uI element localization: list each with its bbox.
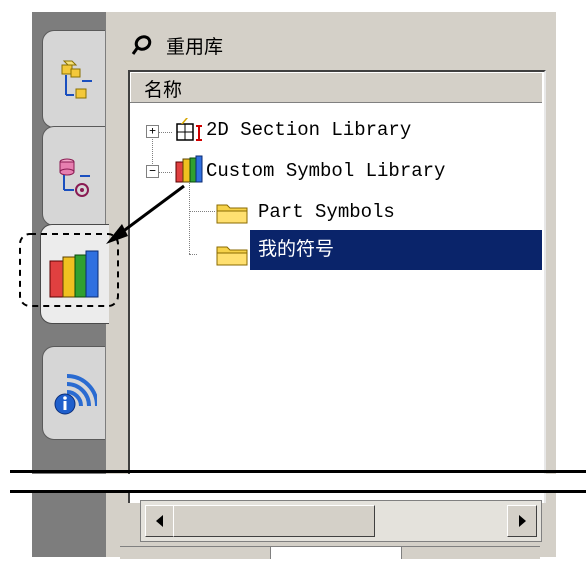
arrow-left-icon (156, 515, 163, 527)
tab-assemblies[interactable] (42, 30, 105, 128)
section-library-icon (176, 118, 202, 141)
expand-toggle[interactable]: + (146, 125, 159, 138)
part-tree-icon (59, 158, 90, 197)
bottom-tab-strip (120, 546, 540, 559)
panel-title-text: 重用库 (166, 35, 224, 58)
tab-parts[interactable] (42, 126, 105, 226)
column-header-label: 名称 (144, 79, 183, 101)
scroll-thumb[interactable] (173, 505, 375, 537)
tree-guide (189, 254, 197, 255)
info-signal-icon (54, 374, 97, 415)
folder-icon (216, 246, 248, 266)
tree-guide (158, 132, 172, 133)
tree-node-custom-symbol-library[interactable]: Custom Symbol Library (206, 158, 445, 184)
tree-node-part-symbols[interactable]: Part Symbols (258, 199, 395, 225)
tree-guide (158, 172, 172, 173)
collapse-toggle[interactable]: − (146, 165, 159, 178)
pointer-arrow (106, 184, 185, 244)
panel-title: 重用库 (130, 30, 223, 60)
assembly-tree-icon (61, 60, 92, 99)
tree-guide (189, 211, 215, 212)
tree-node-2d-section-library[interactable]: 2D Section Library (206, 117, 411, 143)
break-line-bottom (10, 490, 586, 493)
horizontal-scrollbar[interactable] (140, 500, 542, 542)
tree-node-my-symbols[interactable]: 我的符号 (258, 236, 334, 262)
tab-info[interactable] (42, 346, 105, 440)
scroll-right-button[interactable] (507, 505, 537, 537)
resource-bar-lower (32, 495, 106, 557)
bottom-tab[interactable] (402, 546, 540, 559)
pin-icon (131, 35, 152, 55)
bottom-tab-active[interactable] (270, 546, 402, 559)
arrow-right-icon (519, 515, 526, 527)
library-books-icon (175, 155, 203, 183)
folder-icon (216, 204, 248, 224)
bottom-tab[interactable] (120, 546, 270, 559)
break-line-top (10, 470, 586, 473)
column-header-name[interactable]: 名称 (130, 72, 542, 103)
scroll-left-button[interactable] (145, 505, 175, 537)
